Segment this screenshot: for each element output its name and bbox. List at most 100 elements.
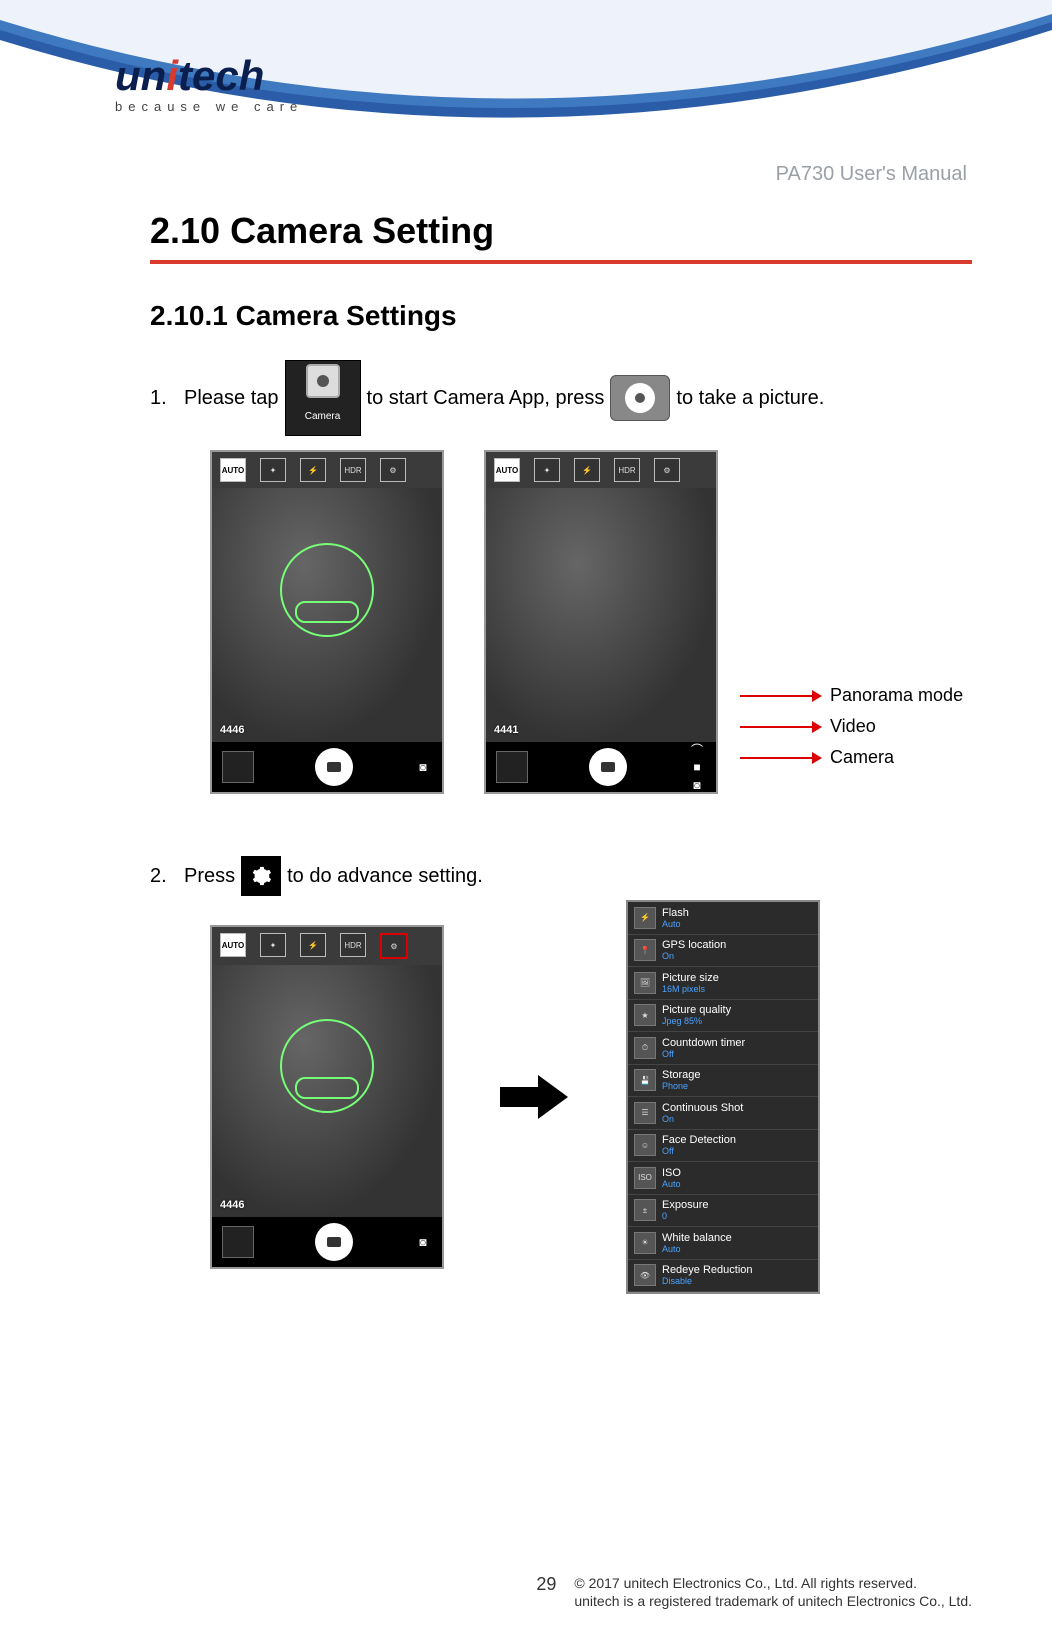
setting-icon: ⏱ bbox=[634, 1037, 656, 1059]
setting-icon: 🖼 bbox=[634, 972, 656, 994]
setting-icon: 📍 bbox=[634, 939, 656, 961]
thumbnail-icon[interactable] bbox=[222, 751, 254, 783]
setting-value: Auto bbox=[662, 1244, 732, 1254]
shutter-button[interactable] bbox=[589, 748, 627, 786]
setting-value: Auto bbox=[662, 1179, 681, 1189]
settings-row[interactable]: ★ Picture qualityJpeg 85% bbox=[628, 1000, 818, 1033]
panorama-mode-icon[interactable]: ⌒ bbox=[688, 742, 706, 756]
step-text: to take a picture. bbox=[676, 383, 824, 413]
setting-value: Off bbox=[662, 1146, 736, 1156]
hdr-icon[interactable]: HDR bbox=[340, 458, 366, 482]
screenshots-row-1: AUTO ✦ ⚡ HDR ⚙ 4446 ◙ bbox=[210, 450, 718, 794]
shutter-button[interactable] bbox=[315, 748, 353, 786]
flash-icon[interactable]: ⚡ bbox=[300, 458, 326, 482]
mode-labels: Panorama mode Video Camera bbox=[740, 685, 963, 768]
page-number: 29 bbox=[536, 1574, 556, 1595]
panorama-label: Panorama mode bbox=[830, 685, 963, 706]
camera-screenshot-gear: AUTO ✦ ⚡ HDR ⚙ 4446 ◙ bbox=[210, 925, 444, 1269]
settings-row[interactable]: 💾 StoragePhone bbox=[628, 1065, 818, 1098]
step-2: 2. Press to do advance setting. bbox=[150, 856, 972, 896]
settings-row[interactable]: ⏱ Countdown timerOff bbox=[628, 1032, 818, 1065]
setting-icon: ± bbox=[634, 1199, 656, 1221]
setting-value: On bbox=[662, 1114, 743, 1124]
setting-name: Face Detection bbox=[662, 1134, 736, 1146]
hdr-icon[interactable]: HDR bbox=[340, 933, 366, 957]
setting-value: Phone bbox=[662, 1081, 701, 1091]
gear-icon-highlighted[interactable]: ⚙ bbox=[380, 933, 408, 959]
step-number: 2. bbox=[150, 861, 178, 891]
camera-mode-icon[interactable]: ◙ bbox=[688, 778, 706, 792]
setting-value: 16M pixels bbox=[662, 984, 719, 994]
screenshots-row-2: AUTO ✦ ⚡ HDR ⚙ 4446 ◙ bbox=[210, 900, 820, 1294]
camera-label: Camera bbox=[830, 747, 894, 768]
photo-count: 4446 bbox=[220, 1199, 244, 1211]
video-mode-icon[interactable]: ■ bbox=[688, 760, 706, 774]
auto-mode-icon[interactable]: AUTO bbox=[220, 933, 246, 957]
setting-value: Jpeg 85% bbox=[662, 1016, 731, 1026]
focus-ring bbox=[280, 1019, 374, 1113]
brand-tagline: because we care bbox=[115, 99, 303, 114]
photo-count: 4446 bbox=[220, 724, 244, 736]
shutter-button[interactable] bbox=[315, 1223, 353, 1261]
viewfinder[interactable]: 4441 bbox=[486, 488, 716, 742]
thumbnail-icon[interactable] bbox=[496, 751, 528, 783]
settings-row[interactable]: ⚡FlashAuto bbox=[628, 902, 818, 935]
camera-screenshot-right: AUTO ✦ ⚡ HDR ⚙ 4441 ⌒ ■ ◙ bbox=[484, 450, 718, 794]
camera-app-icon: Camera bbox=[285, 360, 361, 436]
setting-name: Redeye Reduction bbox=[662, 1264, 753, 1276]
step-text: Press bbox=[184, 861, 235, 891]
setting-icon: ☺ bbox=[634, 1134, 656, 1156]
setting-name: White balance bbox=[662, 1232, 732, 1244]
section-heading: 2.10 Camera Setting bbox=[150, 210, 972, 264]
settings-row[interactable]: ☰ Continuous ShotOn bbox=[628, 1097, 818, 1130]
settings-row[interactable]: 📍GPS locationOn bbox=[628, 935, 818, 968]
subsection-heading: 2.10.1 Camera Settings bbox=[150, 300, 972, 332]
camera-mode-icon[interactable]: ◙ bbox=[414, 760, 432, 774]
content-area: 2.10 Camera Setting 2.10.1 Camera Settin… bbox=[150, 210, 972, 896]
setting-value: 0 bbox=[662, 1211, 708, 1221]
setting-name: Countdown timer bbox=[662, 1037, 745, 1049]
flash-icon[interactable]: ⚡ bbox=[300, 933, 326, 957]
settings-row[interactable]: ☀ White balanceAuto bbox=[628, 1227, 818, 1260]
setting-name: Exposure bbox=[662, 1199, 708, 1211]
copyright-line-1: © 2017 unitech Electronics Co., Ltd. All… bbox=[574, 1574, 972, 1592]
setting-icon: 💾 bbox=[634, 1069, 656, 1091]
setting-name: Storage bbox=[662, 1069, 701, 1081]
settings-screenshot: ⚡ Flash Auto 📍GPS locationOn🖼Picture size16… bbox=[626, 900, 820, 1294]
setting-value: Off bbox=[662, 1049, 745, 1059]
settings-row[interactable]: ± Exposure0 bbox=[628, 1195, 818, 1228]
wand-icon[interactable]: ✦ bbox=[260, 458, 286, 482]
settings-row[interactable]: 👁 Redeye ReductionDisable bbox=[628, 1260, 818, 1293]
viewfinder[interactable]: 4446 bbox=[212, 488, 442, 742]
setting-value: Disable bbox=[662, 1276, 753, 1286]
setting-icon: ★ bbox=[634, 1004, 656, 1026]
camera-mode-icon[interactable]: ◙ bbox=[414, 1235, 432, 1249]
setting-name: Continuous Shot bbox=[662, 1102, 743, 1114]
gear-icon bbox=[241, 856, 281, 896]
settings-row[interactable]: ☺ Face DetectionOff bbox=[628, 1130, 818, 1163]
settings-row[interactable]: 🖼Picture size16M pixels bbox=[628, 967, 818, 1000]
wand-icon[interactable]: ✦ bbox=[260, 933, 286, 957]
setting-name: Flash bbox=[662, 907, 689, 919]
thumbnail-icon[interactable] bbox=[222, 1226, 254, 1258]
auto-mode-icon[interactable]: AUTO bbox=[220, 458, 246, 482]
gear-icon[interactable]: ⚙ bbox=[654, 458, 680, 482]
brand-logo: unitech because we care bbox=[115, 55, 303, 114]
setting-icon: 👁 bbox=[634, 1264, 656, 1286]
hdr-icon[interactable]: HDR bbox=[614, 458, 640, 482]
arrow-icon bbox=[740, 726, 820, 728]
setting-name: Picture quality bbox=[662, 1004, 731, 1016]
step-number: 1. bbox=[150, 383, 178, 413]
flash-icon[interactable]: ⚡ bbox=[574, 458, 600, 482]
gear-icon[interactable]: ⚙ bbox=[380, 458, 406, 482]
setting-icon: ☰ bbox=[634, 1102, 656, 1124]
focus-ring bbox=[280, 543, 374, 637]
step-text: to start Camera App, press bbox=[367, 383, 605, 413]
settings-row[interactable]: ISOISOAuto bbox=[628, 1162, 818, 1195]
setting-icon: ⚡ bbox=[634, 907, 656, 929]
wand-icon[interactable]: ✦ bbox=[534, 458, 560, 482]
auto-mode-icon[interactable]: AUTO bbox=[494, 458, 520, 482]
viewfinder[interactable]: 4446 bbox=[212, 965, 442, 1217]
setting-icon: ☀ bbox=[634, 1232, 656, 1254]
step-1: 1. Please tap Camera to start Camera App… bbox=[150, 360, 972, 436]
